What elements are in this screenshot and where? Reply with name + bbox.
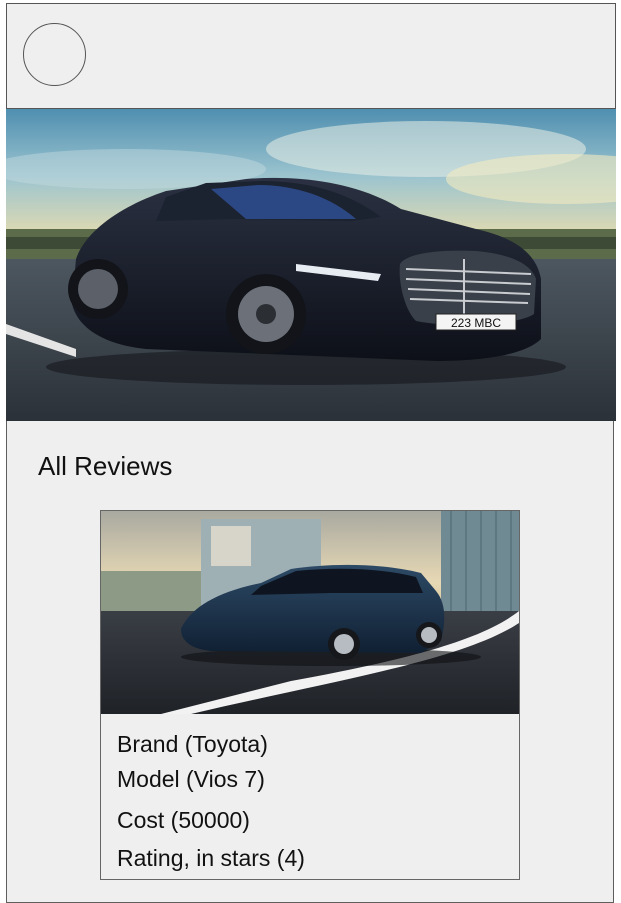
review-rating: Rating, in stars (4) — [117, 845, 305, 871]
header-bar — [6, 3, 616, 109]
review-cost: Cost (50000) — [117, 807, 250, 833]
review-card[interactable]: Brand (Toyota) Model (Vios 7) Cost (5000… — [100, 510, 520, 880]
review-brand: Brand (Toyota) — [117, 731, 268, 757]
all-reviews-title: All Reviews — [38, 451, 173, 481]
avatar-icon[interactable] — [23, 23, 86, 86]
hero-image: 223 MBC — [6, 109, 616, 421]
license-plate: 223 MBC — [451, 316, 501, 330]
review-model: Model (Vios 7) — [117, 766, 265, 792]
review-card-image — [101, 511, 519, 714]
